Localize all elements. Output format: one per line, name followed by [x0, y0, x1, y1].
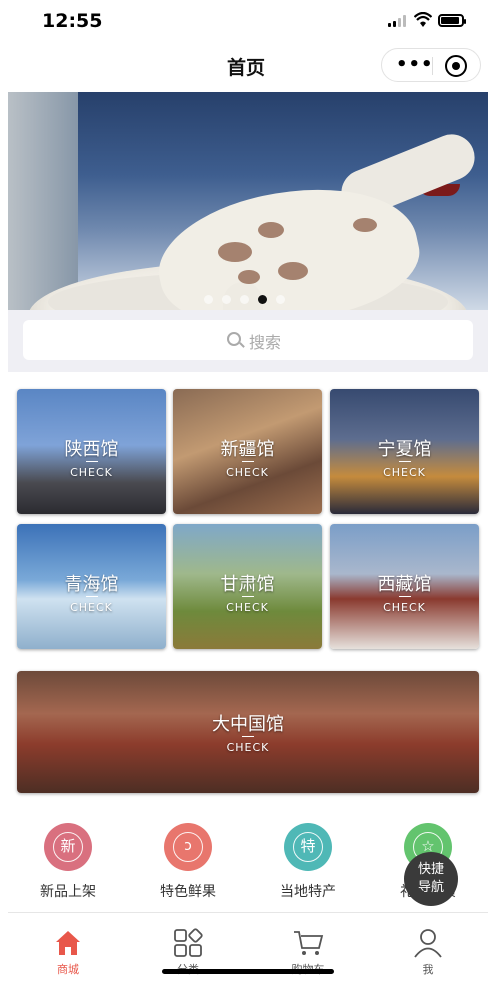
banner-bean: [278, 262, 308, 280]
pavilion-tile-gansu[interactable]: 甘肃馆 CHECK: [173, 524, 322, 649]
pavilion-tile-shaanxi[interactable]: 陕西馆 CHECK: [17, 389, 166, 514]
carousel-dot[interactable]: [276, 295, 285, 304]
pavilion-name: 甘肃馆: [220, 574, 275, 595]
banner-bean: [353, 218, 377, 232]
category-label: 特色鲜果: [160, 884, 216, 900]
category-label: 当地特产: [280, 884, 336, 900]
tab-me[interactable]: 我: [368, 913, 488, 977]
tab-label: 我: [422, 963, 434, 976]
pavilion-divider: [241, 596, 254, 597]
home-indicator[interactable]: [162, 969, 334, 974]
banner-carousel[interactable]: [8, 92, 488, 310]
search-input[interactable]: 搜索: [23, 320, 473, 360]
specialty-icon: 特: [293, 832, 323, 862]
category-label: 新品上架: [40, 884, 96, 900]
carousel-indicator[interactable]: [204, 289, 294, 304]
category-icon: 特: [284, 823, 332, 871]
pavilion-divider: [398, 596, 411, 597]
battery-icon: [438, 14, 466, 27]
banner-bg-decor: [8, 92, 78, 310]
carousel-dot[interactable]: [258, 295, 267, 304]
search-placeholder: 搜索: [249, 333, 282, 352]
tab-mall[interactable]: 商城: [8, 913, 128, 977]
carousel-dot[interactable]: [240, 295, 249, 304]
pavilion-divider: [242, 736, 254, 737]
pavilion-divider: [241, 461, 254, 462]
category-icon: ↄ: [164, 823, 212, 871]
status-time: 12:55: [42, 10, 103, 32]
banner-bean: [238, 270, 260, 284]
new-icon: 新: [53, 832, 83, 862]
pavilion-check: CHECK: [383, 466, 426, 479]
signal-icon: [388, 15, 408, 27]
pavilion-divider: [398, 461, 411, 462]
pavilion-tile-qinghai[interactable]: 青海馆 CHECK: [17, 524, 166, 649]
status-bar: 12:55: [0, 0, 492, 44]
user-icon: [414, 929, 442, 958]
category-icon: 新: [44, 823, 92, 871]
more-dots-icon[interactable]: •••: [396, 56, 434, 74]
pavilion-check: CHECK: [226, 601, 269, 614]
category-local-specialty[interactable]: 特 当地特产: [258, 823, 358, 901]
pavilion-check: CHECK: [226, 466, 269, 479]
quick-nav-label-1: 快捷: [417, 862, 444, 877]
fruit-icon: ↄ: [173, 832, 203, 862]
pavilion-name: 宁夏馆: [377, 439, 432, 460]
pavilion-divider: [85, 596, 98, 597]
pavilion-check: CHECK: [383, 601, 426, 614]
target-close-icon[interactable]: [445, 55, 467, 77]
pavilion-name: 西藏馆: [377, 574, 432, 595]
cart-icon: [294, 931, 324, 955]
pavilion-name: 青海馆: [64, 574, 119, 595]
carousel-dot[interactable]: [222, 295, 231, 304]
wifi-icon: [414, 12, 432, 27]
category-fresh-fruit[interactable]: ↄ 特色鲜果: [138, 823, 238, 901]
pavilion-name: 大中国馆: [212, 714, 284, 735]
search-icon: [227, 332, 241, 346]
mini-program-capsule: •••: [381, 48, 481, 82]
home-icon: [56, 931, 80, 955]
quick-nav-label-2: 导航: [417, 880, 444, 895]
pavilion-tile-xizang[interactable]: 西藏馆 CHECK: [330, 524, 479, 649]
banner-bean: [218, 242, 252, 262]
category-icon: [174, 928, 203, 957]
banner-bean: [258, 222, 284, 238]
quick-nav-button[interactable]: 快捷 导航: [404, 852, 458, 906]
pavilion-name: 陕西馆: [64, 439, 119, 460]
pavilion-check: CHECK: [70, 466, 113, 479]
tab-label: 商城: [57, 963, 79, 976]
tab-cart[interactable]: 购物车: [248, 913, 368, 977]
carousel-dot[interactable]: [204, 295, 213, 304]
pavilion-check: CHECK: [70, 601, 113, 614]
capsule-divider: [432, 57, 433, 75]
pavilion-check: CHECK: [226, 741, 270, 754]
tab-category[interactable]: 分类: [128, 913, 248, 977]
category-new-arrivals[interactable]: 新 新品上架: [18, 823, 118, 901]
pavilion-tile-xinjiang[interactable]: 新疆馆 CHECK: [173, 389, 322, 514]
pavilion-name: 新疆馆: [220, 439, 275, 460]
pavilion-tile-china[interactable]: 大中国馆 CHECK: [17, 671, 479, 793]
pavilion-divider: [85, 461, 98, 462]
pavilion-tile-ningxia[interactable]: 宁夏馆 CHECK: [330, 389, 479, 514]
